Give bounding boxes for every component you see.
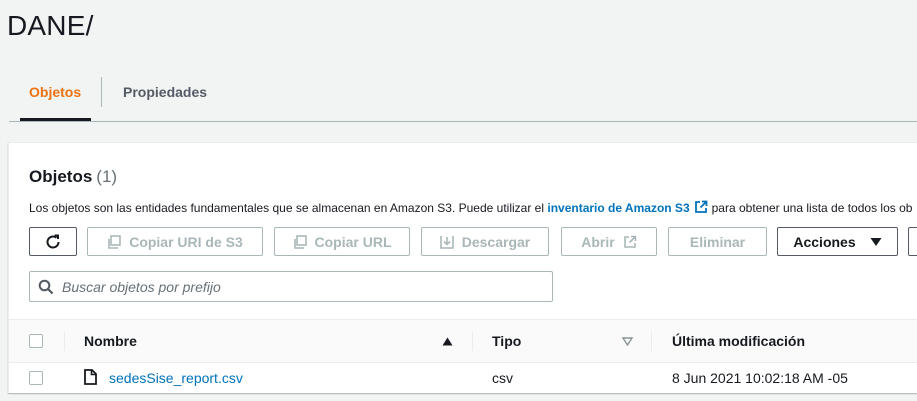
- objects-panel: Objetos (1) Los objetos son las entidades…: [8, 142, 917, 393]
- name-cell: sedesSise_report.csv: [84, 363, 243, 393]
- actions-label: Acciones: [793, 233, 856, 250]
- caret-down-icon: [870, 237, 882, 247]
- more-button[interactable]: [908, 227, 917, 256]
- row-checkbox[interactable]: [29, 371, 43, 385]
- table-row[interactable]: sedesSise_report.csv csv 8 Jun 2021 10:0…: [9, 363, 917, 393]
- copy-s3-uri-button[interactable]: Copiar URI de S3: [87, 227, 263, 256]
- copy-url-label: Copiar URL: [314, 233, 392, 250]
- copy-s3-uri-label: Copiar URI de S3: [129, 233, 243, 250]
- open-label: Abrir: [581, 233, 615, 250]
- tab-divider: [101, 77, 102, 107]
- description-text-after: para obtener una lista de todos los ob: [711, 201, 913, 215]
- refresh-button[interactable]: [29, 227, 77, 256]
- copy-icon: [107, 234, 122, 249]
- delete-button[interactable]: Eliminar: [668, 227, 767, 256]
- download-label: Descargar: [461, 233, 531, 250]
- inventory-link[interactable]: inventario de Amazon S3: [547, 201, 689, 215]
- description-text: Los objetos son las entidades fundamenta…: [29, 201, 545, 215]
- objects-table: Nombre Tipo Última modificación sedesSis…: [9, 319, 917, 393]
- row-checkbox-cell: [29, 363, 43, 393]
- search-icon: [30, 279, 62, 295]
- select-all-checkbox-cell: [29, 320, 43, 362]
- download-button[interactable]: Descargar: [421, 227, 549, 256]
- actions-dropdown[interactable]: Acciones: [777, 227, 898, 256]
- objects-count: (1): [96, 167, 118, 186]
- copy-url-button[interactable]: Copiar URL: [274, 227, 410, 256]
- page-title: DANE/: [7, 10, 94, 41]
- column-separator: [651, 331, 652, 351]
- select-all-checkbox[interactable]: [29, 334, 43, 348]
- search-input[interactable]: [62, 273, 552, 300]
- open-button[interactable]: Abrir: [561, 227, 657, 256]
- column-header-name[interactable]: Nombre: [84, 320, 137, 362]
- column-header-type[interactable]: Tipo: [492, 320, 521, 362]
- external-link-icon[interactable]: [694, 200, 708, 217]
- objects-description: Los objetos son las entidades fundamenta…: [29, 200, 912, 217]
- file-link[interactable]: sedesSise_report.csv: [109, 370, 243, 386]
- refresh-icon: [44, 233, 62, 251]
- column-header-last-modified[interactable]: Última modificación: [672, 320, 805, 362]
- sort-ascending-icon[interactable]: [442, 320, 453, 362]
- objects-heading-label: Objetos: [29, 167, 93, 186]
- download-icon: [439, 235, 454, 249]
- column-separator: [472, 331, 473, 351]
- objects-header: Objetos (1): [29, 167, 117, 187]
- table-header-row: Nombre Tipo Última modificación: [9, 319, 917, 363]
- copy-icon: [293, 234, 307, 249]
- file-icon: [84, 368, 97, 388]
- last-modified-cell: 8 Jun 2021 10:02:18 AM -05: [672, 370, 848, 386]
- type-cell: csv: [492, 370, 513, 386]
- column-separator: [64, 331, 65, 351]
- search-field: [29, 271, 553, 302]
- objects-heading: Objetos (1): [29, 167, 117, 187]
- tab-objetos[interactable]: Objetos: [19, 75, 92, 121]
- external-link-icon: [623, 235, 637, 249]
- sort-indicator-icon[interactable]: [622, 320, 633, 362]
- tab-propiedades[interactable]: Propiedades: [123, 75, 207, 119]
- delete-label: Eliminar: [689, 233, 746, 250]
- tab-bar: Objetos Propiedades: [9, 75, 917, 122]
